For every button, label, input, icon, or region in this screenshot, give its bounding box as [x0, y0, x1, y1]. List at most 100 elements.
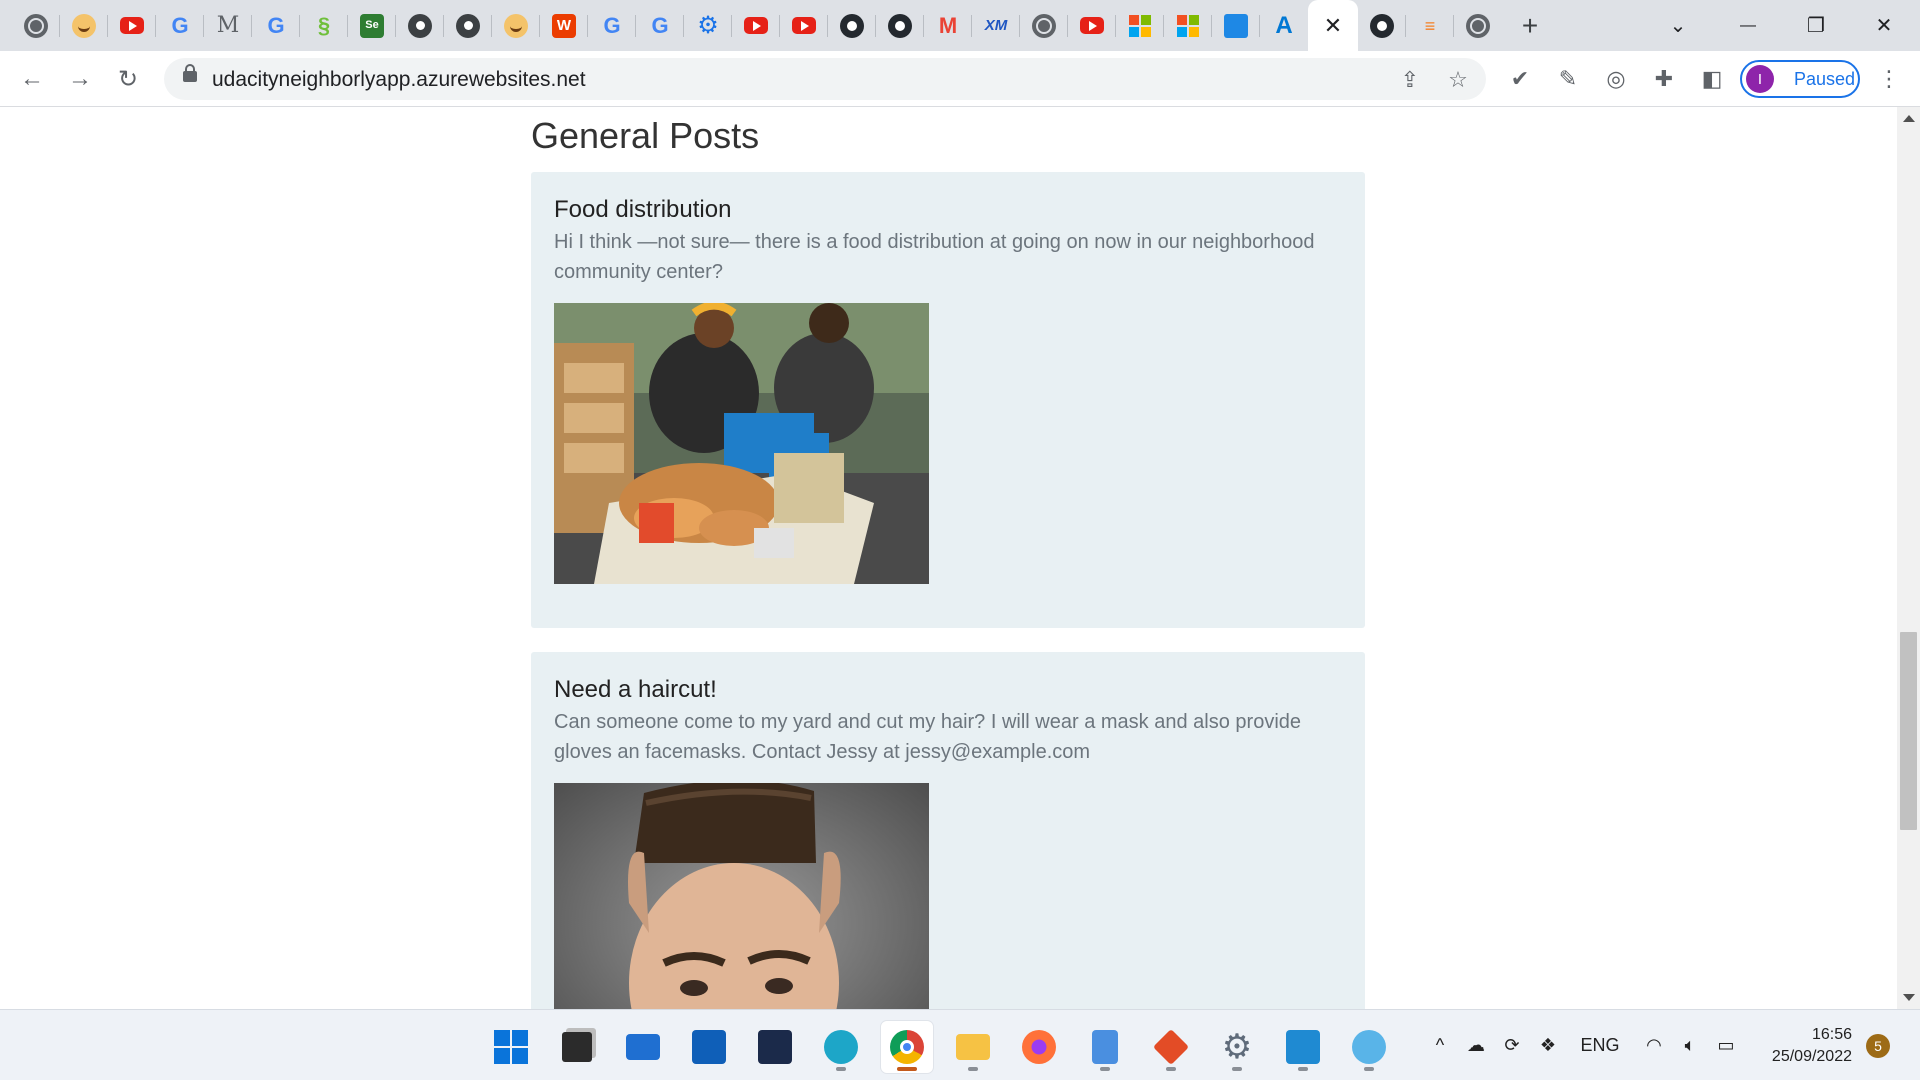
extension-picker-icon[interactable]: ✎: [1552, 63, 1584, 95]
github-icon: [1370, 13, 1394, 38]
paint-app[interactable]: [1343, 1021, 1395, 1073]
tab-microsoft[interactable]: [1116, 0, 1164, 51]
tab-youtube[interactable]: [732, 0, 780, 51]
running-indicator: [1100, 1067, 1110, 1071]
minimize-button[interactable]: —: [1714, 0, 1782, 51]
avatar: I: [1746, 65, 1774, 93]
tab-youtube[interactable]: [1068, 0, 1116, 51]
face-icon: [72, 13, 96, 38]
extensions-puzzle-icon[interactable]: ✚: [1648, 63, 1680, 95]
git-icon: [1152, 1028, 1190, 1066]
tab-face[interactable]: [60, 0, 108, 51]
tab-google[interactable]: G: [588, 0, 636, 51]
tab-github[interactable]: [828, 0, 876, 51]
tab-chrome[interactable]: [396, 0, 444, 51]
restore-button[interactable]: ❐: [1782, 0, 1850, 51]
tab-azure[interactable]: A: [1260, 0, 1308, 51]
battery-icon[interactable]: ▭: [1712, 1010, 1740, 1080]
scrollbar-thumb[interactable]: [1900, 632, 1917, 830]
bookmark-star-icon[interactable]: ☆: [1443, 65, 1473, 95]
url-text[interactable]: udacityneighborlyapp.azurewebsites.net: [212, 68, 586, 92]
globe-icon: [1466, 13, 1490, 38]
sync-tray[interactable]: ⟳: [1498, 1010, 1526, 1080]
mail-icon: [626, 1034, 660, 1060]
stackoverflow-icon: ≡: [1424, 15, 1436, 36]
page-scrollbar[interactable]: [1897, 107, 1920, 1009]
notepad-app[interactable]: [1079, 1021, 1131, 1073]
tab-chrome[interactable]: [444, 0, 492, 51]
tab-microsoft[interactable]: [1164, 0, 1212, 51]
windows-start-icon: [494, 1030, 528, 1064]
tab-stackoverflow[interactable]: ≡: [1406, 0, 1454, 51]
tab-globe[interactable]: [12, 0, 60, 51]
close-icon[interactable]: ✕: [1324, 13, 1342, 39]
tab-face[interactable]: [492, 0, 540, 51]
tab-youtube[interactable]: [780, 0, 828, 51]
settings-icon: ⚙: [1221, 1028, 1253, 1066]
extension-record-icon[interactable]: ◎: [1600, 63, 1632, 95]
volume-icon[interactable]: 🔈︎: [1676, 1010, 1704, 1080]
task-view-button[interactable]: [551, 1021, 603, 1073]
tab-circle-app[interactable]: [876, 0, 924, 51]
vscode-app[interactable]: [1277, 1021, 1329, 1073]
tab-settings[interactable]: ⚙: [684, 0, 732, 51]
show-hidden-icons-button[interactable]: ^: [1428, 1010, 1452, 1080]
mail-app[interactable]: [617, 1021, 669, 1073]
address-bar[interactable]: udacityneighborlyapp.azurewebsites.net ⇪…: [164, 58, 1486, 100]
tab-xm[interactable]: XM: [972, 0, 1020, 51]
scroll-down-arrow-icon[interactable]: [1903, 994, 1915, 1001]
scroll-up-arrow-icon[interactable]: [1903, 115, 1915, 122]
store-app[interactable]: [683, 1021, 735, 1073]
file-explorer-app[interactable]: [947, 1021, 999, 1073]
windows-start-button[interactable]: [485, 1021, 537, 1073]
side-panel-icon[interactable]: ◧: [1696, 63, 1728, 95]
new-tab-button[interactable]: +: [1502, 0, 1558, 51]
section-title: General Posts: [531, 115, 760, 156]
tab-green-app[interactable]: §: [300, 0, 348, 51]
clock-date: 25/09/2022: [1771, 1048, 1852, 1065]
terminal-icon: [758, 1030, 792, 1064]
tab-google[interactable]: G: [252, 0, 300, 51]
back-button[interactable]: ←: [14, 61, 50, 97]
tab-selenium[interactable]: Se: [348, 0, 396, 51]
browser-menu-button[interactable]: ⋮: [1874, 63, 1904, 95]
terminal-app[interactable]: [749, 1021, 801, 1073]
dropbox-tray[interactable]: ❖: [1534, 1010, 1562, 1080]
lock-icon[interactable]: [183, 64, 197, 82]
forward-button[interactable]: →: [62, 61, 98, 97]
arrow-right-icon: →: [68, 65, 92, 92]
selenium-icon: Se: [360, 13, 384, 38]
tab-github[interactable]: [1358, 0, 1406, 51]
tab-medium[interactable]: M: [204, 0, 252, 51]
profile-button[interactable]: I Paused: [1740, 60, 1860, 98]
window-close-button[interactable]: ✕: [1850, 0, 1918, 51]
share-icon[interactable]: ⇪: [1395, 65, 1425, 95]
firefox-app[interactable]: [1013, 1021, 1065, 1073]
tab-globe[interactable]: [1454, 0, 1502, 51]
extension-check-icon[interactable]: ✔: [1504, 63, 1536, 95]
tab-office[interactable]: W: [540, 0, 588, 51]
tab-google[interactable]: G: [156, 0, 204, 51]
tab-youtube[interactable]: [108, 0, 156, 51]
running-indicator: [968, 1067, 978, 1071]
tab-search-button[interactable]: ⌄: [1644, 0, 1712, 51]
tab-gmail[interactable]: M: [924, 0, 972, 51]
tab-active[interactable]: ✕: [1308, 0, 1358, 51]
language-indicator[interactable]: ENG: [1578, 1010, 1622, 1080]
settings-app[interactable]: ⚙: [1211, 1021, 1263, 1073]
onedrive-tray[interactable]: ☁: [1462, 1010, 1490, 1080]
wifi-icon[interactable]: ◠: [1640, 1010, 1668, 1080]
edge-app[interactable]: [815, 1021, 867, 1073]
reload-button[interactable]: ↻: [110, 61, 146, 97]
git-app[interactable]: [1145, 1021, 1197, 1073]
tab-globe[interactable]: [1020, 0, 1068, 51]
edge-icon: [824, 1030, 858, 1064]
tab-blue-app[interactable]: [1212, 0, 1260, 51]
system-clock[interactable]: 16:56 25/09/2022: [1756, 1024, 1852, 1068]
post-body: Can someone come to my yard and cut my h…: [554, 711, 1302, 763]
chevron-up-icon: ^: [1435, 1035, 1445, 1055]
tab-google[interactable]: G: [636, 0, 684, 51]
store-icon: [692, 1030, 726, 1064]
chrome-app[interactable]: [881, 1021, 933, 1073]
notification-badge[interactable]: 5: [1866, 1034, 1890, 1058]
